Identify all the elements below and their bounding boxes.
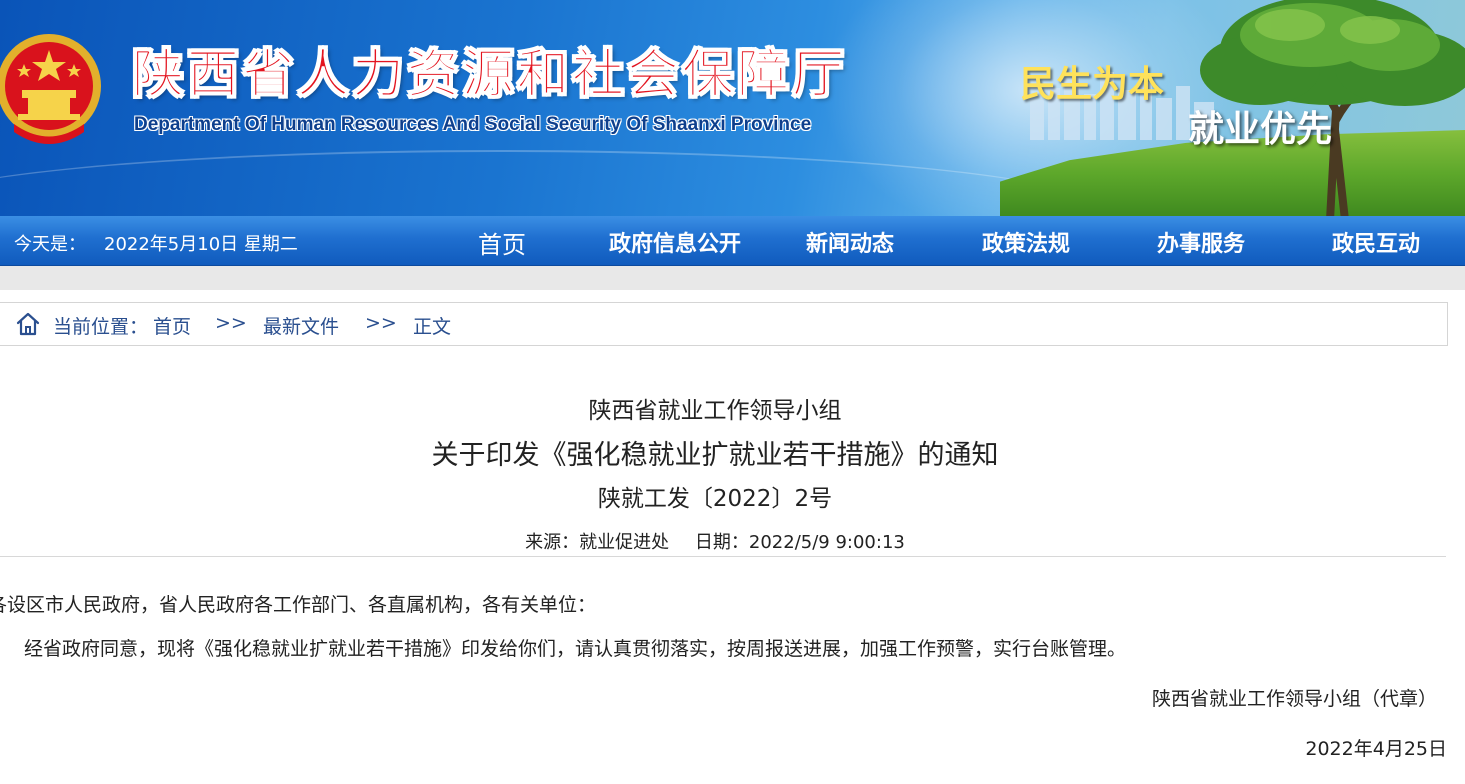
breadcrumb-prefix: 当前位置：: [53, 316, 149, 338]
breadcrumb-separator: >>: [365, 312, 397, 334]
article-title-line2: 关于印发《强化稳就业扩就业若干措施》的通知: [431, 440, 999, 471]
document-number: 陕就工发〔2022〕2号: [597, 486, 833, 512]
breadcrumb-current[interactable]: 正文: [413, 312, 451, 339]
date-value: 2022年5月10日 星期二: [104, 234, 298, 255]
article-source: 来源：就业促进处: [525, 532, 670, 553]
nav-gov-info[interactable]: 政府信息公开: [609, 226, 741, 258]
main-nav: 今天是： 2022年5月10日 星期二 首页 政府信息公开 新闻动态 政策法规 办…: [0, 216, 1465, 266]
article-sign-date: 2022年4月25日: [1305, 738, 1447, 760]
article-date: 日期：2022/5/9 9:00:13: [694, 532, 905, 553]
breadcrumb-separator: >>: [215, 312, 247, 334]
date-prefix: 今天是：: [14, 234, 86, 255]
separator-strip: [0, 266, 1465, 290]
nav-interaction[interactable]: 政民互动: [1332, 226, 1420, 258]
nav-policy[interactable]: 政策法规: [982, 226, 1070, 258]
article-body: 经省政府同意，现将《强化稳就业扩就业若干措施》印发给你们，请认真贯彻落实，按周报…: [24, 638, 1127, 660]
home-icon[interactable]: [15, 311, 41, 337]
site-subtitle: Department Of Human Resources And Social…: [134, 114, 812, 135]
article-title-line1: 陕西省就业工作领导小组: [588, 398, 842, 424]
article-meta: 来源：就业促进处 日期：2022/5/9 9:00:13: [0, 528, 1430, 554]
national-emblem-icon: [0, 34, 101, 144]
breadcrumb-home[interactable]: 首页: [153, 312, 191, 339]
breadcrumb: 当前位置： 首页 >> 最新文件 >> 正文: [0, 302, 1448, 346]
breadcrumb-latest-docs[interactable]: 最新文件: [263, 312, 339, 339]
slogan-line1: 民生为本: [1020, 64, 1165, 105]
nav-home[interactable]: 首页: [478, 225, 526, 260]
divider: [0, 556, 1446, 557]
article-signature: 陕西省就业工作领导小组（代章）: [1151, 688, 1437, 710]
header-banner: 陕西省人力资源和社会保障厅 Department Of Human Resour…: [0, 0, 1465, 216]
nav-services[interactable]: 办事服务: [1157, 226, 1245, 258]
nav-news[interactable]: 新闻动态: [806, 226, 894, 258]
slogan-line2: 就业优先: [1188, 109, 1333, 150]
today-date: 今天是： 2022年5月10日 星期二: [14, 230, 316, 256]
article-address: 各设区市人民政府，省人民政府各工作部门、各直属机构，各有关单位：: [0, 594, 597, 616]
site-title: 陕西省人力资源和社会保障厅: [131, 44, 848, 106]
